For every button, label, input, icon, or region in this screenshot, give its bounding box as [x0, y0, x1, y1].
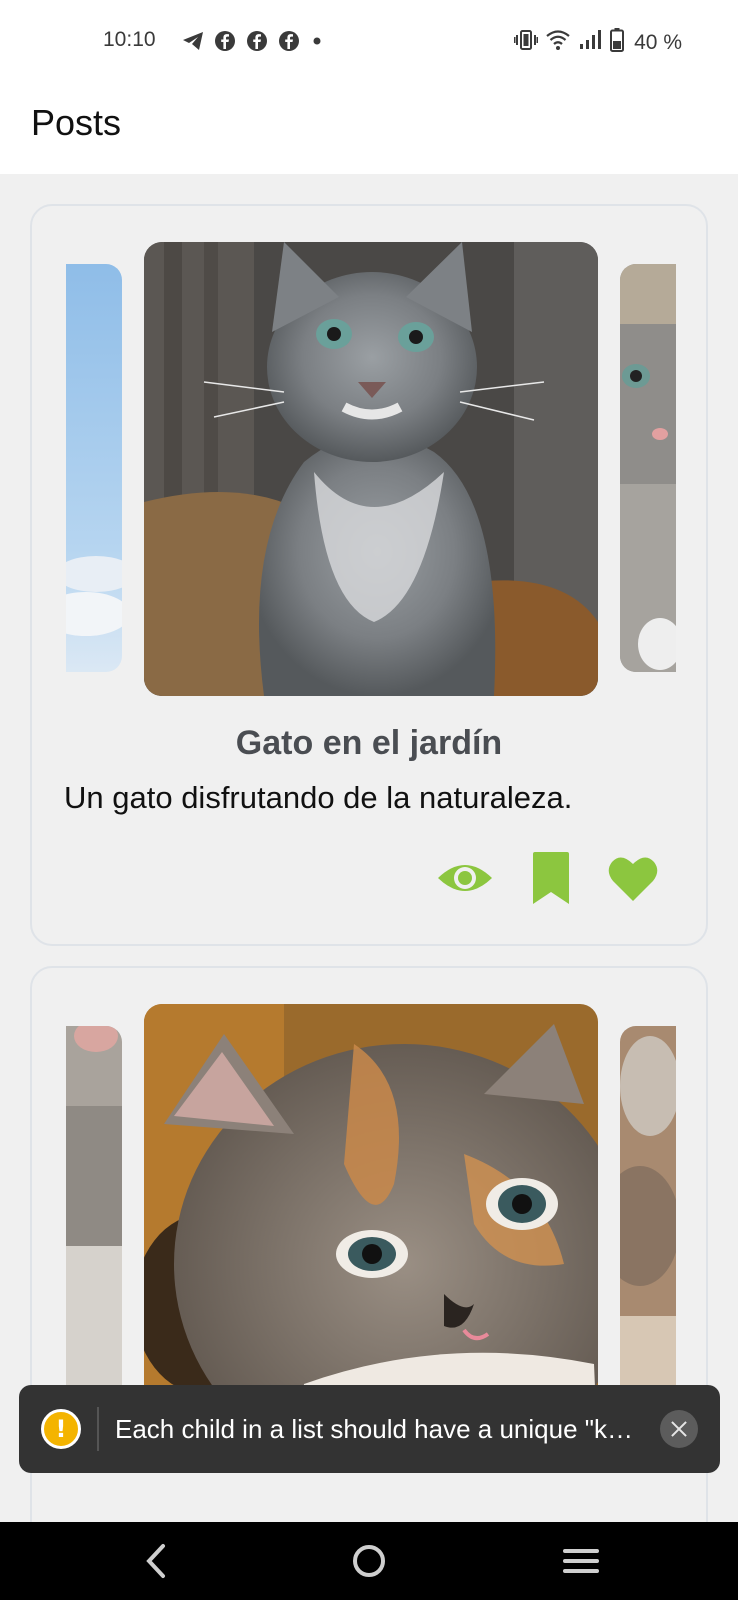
- post-actions: [436, 852, 658, 909]
- status-time: 10:10: [103, 28, 156, 51]
- posts-feed[interactable]: Gato en el jardín Un gato disfrutando de…: [0, 174, 738, 1522]
- home-icon[interactable]: [339, 1536, 399, 1586]
- page-title: Posts: [31, 102, 122, 143]
- vibrate-icon: [513, 29, 539, 56]
- wifi-icon: [546, 29, 570, 56]
- post-description: Un gato disfrutando de la naturaleza.: [64, 780, 573, 815]
- carousel-prev-image[interactable]: [66, 1026, 122, 1434]
- back-icon[interactable]: [126, 1536, 186, 1586]
- app-header: Posts: [0, 82, 738, 174]
- bookmark-icon[interactable]: [532, 852, 570, 909]
- warning-icon: [41, 1409, 81, 1449]
- carousel-next-image[interactable]: [620, 264, 676, 672]
- post-image-kitten[interactable]: [144, 242, 598, 696]
- post-title: Gato en el jardín: [235, 724, 503, 762]
- battery-icon: [610, 28, 625, 57]
- close-icon[interactable]: [660, 1410, 698, 1448]
- image-carousel[interactable]: [66, 242, 676, 696]
- carousel-next-image[interactable]: [620, 1026, 676, 1434]
- toast-divider: [97, 1407, 99, 1451]
- status-bar: 10:10 40 %: [0, 0, 738, 82]
- telegram-icon: [182, 31, 204, 51]
- facebook-icon: [246, 30, 268, 52]
- facebook-icon: [278, 30, 300, 52]
- carousel-prev-image[interactable]: [66, 264, 122, 672]
- warning-toast[interactable]: Each child in a list should have a uniqu…: [19, 1385, 720, 1473]
- facebook-icon: [214, 30, 236, 52]
- toast-message: Each child in a list should have a uniqu…: [115, 1414, 643, 1444]
- post-card: Gato en el jardín Un gato disfrutando de…: [30, 204, 708, 946]
- recents-icon[interactable]: [551, 1536, 611, 1586]
- battery-percentage: 40 %: [634, 30, 682, 54]
- eye-icon[interactable]: [436, 858, 494, 903]
- signal-icon: [578, 29, 602, 56]
- more-dot-icon: [310, 34, 324, 48]
- system-icons: 40 %: [513, 28, 682, 57]
- navigation-bar: [0, 1522, 738, 1600]
- notification-icons: [182, 30, 324, 52]
- heart-icon[interactable]: [608, 855, 658, 906]
